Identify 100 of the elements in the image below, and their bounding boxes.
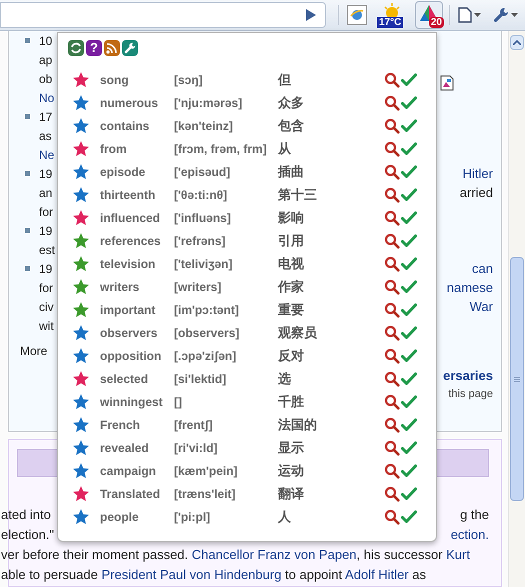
search-icon[interactable] — [384, 348, 400, 364]
check-icon[interactable] — [401, 464, 417, 478]
link-text[interactable]: ersaries — [443, 366, 493, 386]
word-text: writers — [100, 278, 140, 296]
check-icon[interactable] — [401, 142, 417, 156]
word-text: contains — [100, 118, 150, 134]
search-icon[interactable] — [384, 324, 400, 340]
scroll-thumb[interactable] — [510, 257, 524, 501]
check-icon[interactable] — [401, 486, 417, 500]
search-icon[interactable] — [384, 440, 400, 456]
link-text[interactable]: can — [472, 258, 493, 278]
translation-text: 观察员 — [278, 324, 318, 342]
search-icon[interactable] — [384, 164, 400, 180]
search-icon[interactable] — [384, 210, 400, 226]
sidebar-text: 10 — [39, 32, 52, 50]
article-link[interactable]: Adolf Hitler — [345, 567, 409, 582]
check-icon[interactable] — [401, 372, 417, 386]
check-icon[interactable] — [401, 118, 417, 132]
bullet-icon — [25, 38, 30, 43]
weather-button[interactable]: 17°C — [377, 1, 407, 29]
tools-menu-button[interactable] — [493, 7, 518, 23]
phonetic-text: [si'lektid] — [174, 370, 228, 388]
translation-text: 包含 — [278, 116, 305, 135]
check-icon[interactable] — [401, 348, 417, 362]
search-icon[interactable] — [384, 256, 400, 272]
link-text[interactable]: ection. — [450, 525, 489, 545]
word-text: references — [100, 232, 162, 250]
translation-text: 电视 — [278, 254, 305, 273]
sidebar-text: for — [39, 204, 54, 220]
translation-text: 反对 — [278, 346, 305, 365]
sun-icon — [383, 3, 401, 17]
search-icon[interactable] — [384, 278, 400, 294]
check-icon[interactable] — [401, 510, 417, 524]
refresh-button[interactable] — [68, 40, 84, 56]
scroll-up-button[interactable] — [510, 35, 524, 50]
check-icon[interactable] — [401, 440, 417, 454]
phonetic-text: ['teliviʒən] — [174, 256, 234, 272]
search-icon[interactable] — [384, 94, 400, 110]
sidebar-text: 19 — [39, 260, 52, 278]
word-text: influenced — [100, 210, 162, 226]
check-icon[interactable] — [401, 188, 417, 202]
search-icon[interactable] — [384, 232, 400, 248]
phonetic-text: ['pi:pl] — [174, 508, 212, 526]
check-icon[interactable] — [401, 234, 417, 248]
search-icon[interactable] — [384, 140, 400, 156]
sidebar-text: this page — [448, 387, 493, 402]
translation-text: 人 — [278, 508, 292, 526]
search-icon[interactable] — [384, 486, 400, 502]
check-icon[interactable] — [401, 418, 417, 432]
help-button[interactable]: ? — [86, 40, 102, 56]
search-icon[interactable] — [384, 72, 400, 88]
search-icon[interactable] — [384, 462, 400, 478]
translation-text: 翻译 — [278, 484, 305, 503]
check-icon[interactable] — [401, 96, 417, 110]
link-text[interactable]: War — [470, 296, 493, 316]
translation-text: 千胜 — [278, 392, 305, 411]
rss-icon — [106, 42, 118, 54]
search-icon[interactable] — [384, 370, 400, 386]
search-icon[interactable] — [384, 118, 400, 134]
article-text: ated into — [1, 506, 51, 524]
check-icon[interactable] — [401, 210, 417, 224]
word-text: thirteenth — [100, 186, 156, 204]
rss-button[interactable] — [104, 40, 120, 56]
check-icon[interactable] — [401, 164, 417, 178]
browser-button[interactable] — [347, 5, 367, 25]
word-text: revealed — [100, 440, 150, 456]
link-text[interactable]: namese — [446, 278, 493, 298]
check-icon[interactable] — [401, 72, 417, 86]
article-link[interactable]: President Paul von Hindenburg — [101, 567, 282, 582]
sidebar-text: an — [39, 184, 52, 202]
check-icon[interactable] — [401, 302, 417, 316]
sidebar-text: for — [39, 280, 54, 296]
search-icon[interactable] — [384, 416, 400, 432]
word-text: people — [100, 508, 140, 526]
search-icon[interactable] — [384, 508, 400, 524]
link-text[interactable]: Ne — [39, 146, 54, 164]
translation-text: 重要 — [278, 300, 305, 319]
link-text[interactable]: Hitler — [462, 164, 493, 184]
settings-button[interactable] — [122, 40, 138, 56]
image-icon — [440, 75, 454, 91]
phonetic-text: [kən'teinz] — [174, 118, 234, 134]
page-menu-button[interactable] — [458, 7, 481, 23]
link-text[interactable]: No — [39, 88, 54, 106]
check-icon[interactable] — [401, 394, 417, 408]
article-link[interactable]: Chancellor Franz von Papen — [192, 547, 357, 562]
translation-text: 引用 — [278, 232, 305, 250]
check-icon[interactable] — [401, 256, 417, 270]
article-text: election." — [1, 526, 54, 544]
search-icon[interactable] — [384, 302, 400, 318]
search-icon[interactable] — [384, 186, 400, 202]
sidebar-text: civ — [39, 298, 54, 316]
translation-text: 从 — [278, 140, 292, 158]
check-icon[interactable] — [401, 326, 417, 340]
search-icon[interactable] — [384, 394, 400, 410]
check-icon[interactable] — [401, 280, 417, 294]
sidebar-text: ap — [39, 52, 52, 68]
extension-button[interactable]: 20 — [415, 1, 443, 29]
article-link[interactable]: Kurt — [446, 547, 470, 562]
word-text: selected — [100, 370, 150, 388]
address-field[interactable] — [0, 2, 326, 28]
